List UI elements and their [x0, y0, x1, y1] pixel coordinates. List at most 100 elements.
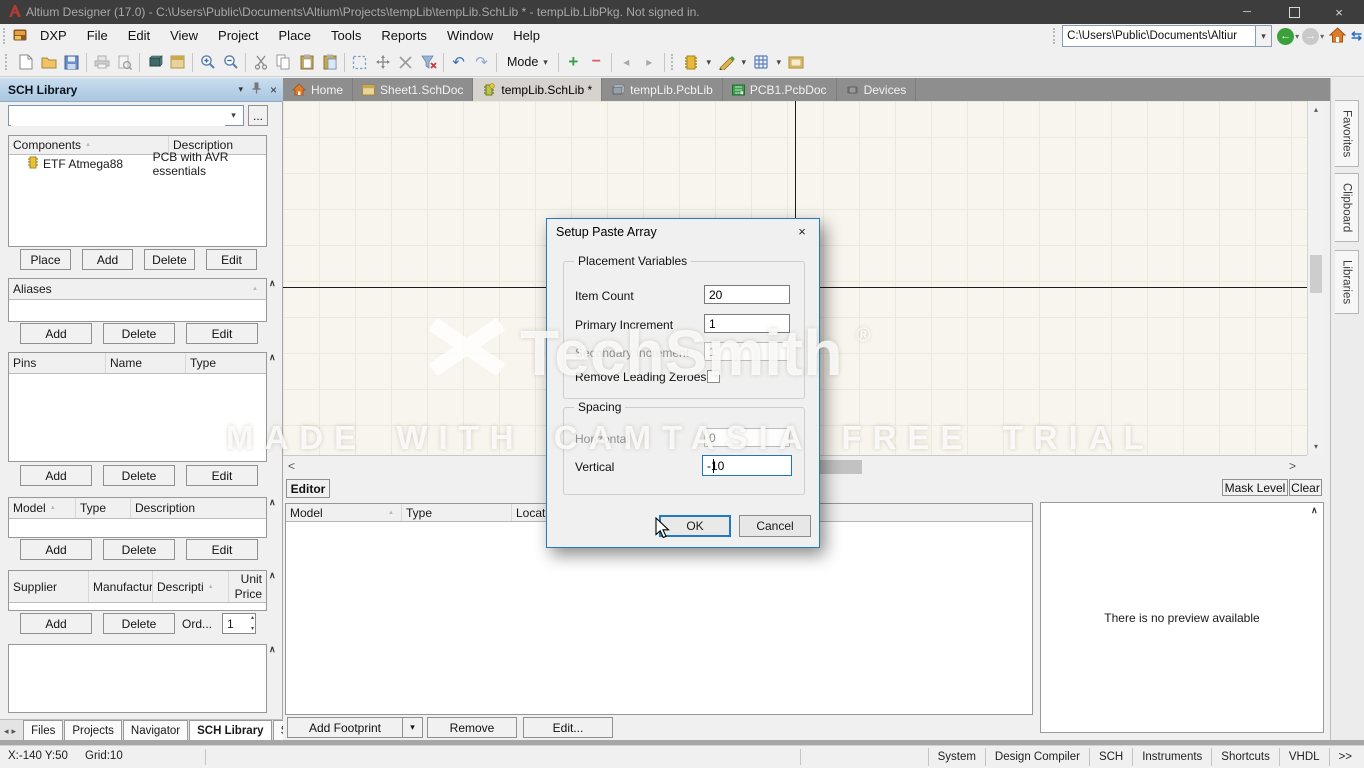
- menu-file[interactable]: File: [77, 24, 118, 48]
- order-spinner[interactable]: 1 ▴ ▾: [222, 613, 256, 634]
- address-dropdown[interactable]: ▾: [1256, 25, 1272, 47]
- edit-component-button[interactable]: Edit: [206, 249, 257, 270]
- unit-price-column-header[interactable]: Unit Price: [229, 571, 266, 602]
- scroll-left-icon[interactable]: <: [288, 459, 295, 473]
- forward-dropdown[interactable]: ▾: [1320, 32, 1324, 41]
- status-sch-button[interactable]: SCH: [1089, 748, 1132, 766]
- doc-tab-templib-pcblib[interactable]: tempLib.PcbLib: [602, 78, 723, 101]
- zoom-in-icon[interactable]: [196, 51, 219, 74]
- home-button[interactable]: [1329, 27, 1346, 46]
- ieee-symbols-dropdown-icon[interactable]: [715, 51, 738, 74]
- zoom-out-icon[interactable]: [219, 51, 242, 74]
- component-search-combo[interactable]: ▾: [8, 105, 244, 126]
- manufacturer-column-header[interactable]: Manufacture: [89, 571, 153, 602]
- spinner-up-icon[interactable]: ▴: [251, 614, 254, 622]
- scroll-up-icon[interactable]: ▴: [1308, 102, 1324, 117]
- tab-navigator[interactable]: Navigator: [123, 720, 188, 741]
- sync-button[interactable]: ⇆: [1351, 28, 1362, 44]
- cancel-button[interactable]: Cancel: [739, 515, 811, 537]
- collapse-section-icon[interactable]: ∧: [269, 278, 276, 289]
- tab-scroll-left-icon[interactable]: ◂: [4, 726, 9, 737]
- open-device-view-icon[interactable]: [143, 51, 166, 74]
- primary-increment-field[interactable]: 1: [704, 314, 790, 333]
- add-footprint-dropdown[interactable]: ▾: [402, 717, 423, 738]
- model-column-header[interactable]: Model ▲: [286, 504, 402, 521]
- aliases-column-header[interactable]: Aliases ▲: [9, 279, 266, 299]
- remove-footprint-button[interactable]: Remove: [427, 717, 517, 738]
- component-row[interactable]: ETF Atmega88 PCB with AVR essentials: [9, 155, 266, 173]
- doc-tab-pcb1-pcbdoc[interactable]: PCB1.PcbDoc: [723, 78, 837, 101]
- paste-array-icon[interactable]: [318, 51, 341, 74]
- clear-filter-icon[interactable]: [417, 51, 440, 74]
- status-design-compiler-button[interactable]: Design Compiler: [985, 748, 1089, 766]
- scroll-right-icon[interactable]: >: [1289, 459, 1296, 473]
- tab-files[interactable]: Files: [23, 720, 63, 741]
- forward-button[interactable]: →: [1302, 28, 1319, 45]
- panel-close-icon[interactable]: ×: [270, 83, 277, 97]
- minimize-button[interactable]: ─: [1232, 0, 1262, 24]
- move-object-icon[interactable]: [371, 51, 394, 74]
- collapse-section-icon[interactable]: ∧: [269, 644, 276, 655]
- doc-tab-templib-schlib[interactable]: tempLib.SchLib *: [473, 78, 602, 101]
- tab-clipboard[interactable]: Clipboard: [1335, 173, 1359, 242]
- search-more-button[interactable]: ...: [248, 105, 268, 126]
- address-input[interactable]: [1062, 25, 1256, 47]
- open-icon[interactable]: [37, 51, 60, 74]
- maximize-button[interactable]: [1279, 0, 1309, 24]
- status-shortcuts-button[interactable]: Shortcuts: [1211, 748, 1279, 766]
- menu-project[interactable]: Project: [208, 24, 268, 48]
- type-column-header[interactable]: Type: [76, 498, 131, 518]
- cross-select-icon[interactable]: [394, 51, 417, 74]
- collapse-section-icon[interactable]: ∧: [1311, 505, 1318, 516]
- doc-tab-sheet1-schdoc[interactable]: Sheet1.SchDoc: [353, 78, 473, 101]
- back-dropdown[interactable]: ▾: [1295, 32, 1299, 41]
- menu-view[interactable]: View: [160, 24, 208, 48]
- description-column-header[interactable]: Description: [131, 498, 266, 518]
- cut-icon[interactable]: [249, 51, 272, 74]
- add-model-button[interactable]: Add: [20, 539, 92, 560]
- delete-alias-button[interactable]: Delete: [103, 323, 175, 344]
- menu-window[interactable]: Window: [437, 24, 503, 48]
- doc-tab-home[interactable]: Home: [283, 78, 353, 101]
- panel-menu-dropdown-icon[interactable]: ▾: [238, 84, 243, 95]
- menu-help[interactable]: Help: [503, 24, 550, 48]
- menu-edit[interactable]: Edit: [118, 24, 160, 48]
- print-icon[interactable]: [90, 51, 113, 74]
- ieee-dropdown-arrow[interactable]: ▾: [738, 51, 750, 74]
- place-button[interactable]: Place: [20, 249, 71, 270]
- edit-pin-button[interactable]: Edit: [186, 465, 258, 486]
- item-count-field[interactable]: 20: [704, 285, 790, 304]
- collapse-section-icon[interactable]: ∧: [269, 570, 276, 581]
- delete-pin-button[interactable]: Delete: [103, 465, 175, 486]
- tab-libraries[interactable]: Libraries: [1335, 250, 1359, 314]
- add-pin-button[interactable]: Add: [20, 465, 92, 486]
- remove-part-icon[interactable]: −: [585, 51, 608, 74]
- menu-place[interactable]: Place: [269, 24, 322, 48]
- part-body-dropdown-icon[interactable]: [680, 51, 703, 74]
- menu-reports[interactable]: Reports: [371, 24, 437, 48]
- select-area-icon[interactable]: [348, 51, 371, 74]
- add-part-icon[interactable]: +: [562, 51, 585, 74]
- delete-component-button[interactable]: Delete: [144, 249, 195, 270]
- mode-dropdown-button[interactable]: Mode▾: [500, 51, 555, 73]
- type-column-header[interactable]: Type: [402, 504, 512, 521]
- mask-level-button[interactable]: Mask Level: [1222, 479, 1288, 496]
- document-options-icon[interactable]: [785, 51, 808, 74]
- redo-icon[interactable]: ↷: [470, 51, 493, 74]
- workspace-panels-icon[interactable]: [166, 51, 189, 74]
- print-preview-icon[interactable]: [113, 51, 136, 74]
- delete-model-button[interactable]: Delete: [103, 539, 175, 560]
- tab-projects[interactable]: Projects: [64, 720, 122, 741]
- tab-favorites[interactable]: Favorites: [1335, 100, 1359, 167]
- grid-dropdown-icon[interactable]: [750, 51, 773, 74]
- dialog-close-button[interactable]: ×: [791, 222, 813, 241]
- chevron-down-icon[interactable]: ▾: [225, 107, 242, 124]
- part-dropdown-arrow[interactable]: ▾: [703, 51, 715, 74]
- collapse-section-icon[interactable]: ∧: [269, 497, 276, 508]
- new-document-icon[interactable]: [14, 51, 37, 74]
- remove-leading-zeroes-checkbox[interactable]: [707, 370, 720, 383]
- status-system-button[interactable]: System: [928, 748, 985, 766]
- components-column-header[interactable]: Components▲: [9, 136, 169, 154]
- pins-column-header[interactable]: Pins: [9, 353, 106, 373]
- menu-dxp[interactable]: DXP: [30, 24, 77, 48]
